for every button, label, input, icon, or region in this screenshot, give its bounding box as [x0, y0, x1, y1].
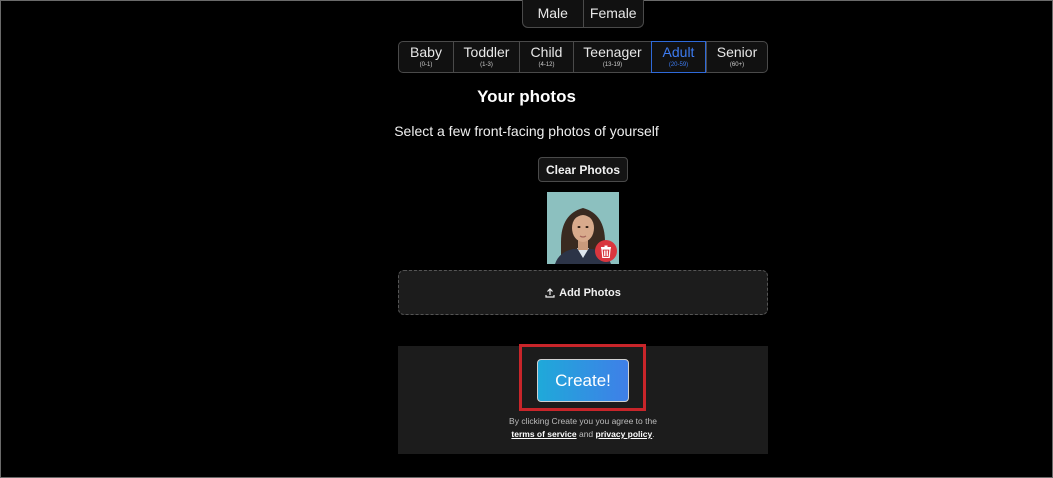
gender-selector: Male Female: [522, 0, 644, 28]
age-range: (4-12): [538, 62, 555, 68]
age-label: Toddler: [463, 44, 510, 60]
terms-prefix: By clicking Create you you agree to the: [509, 416, 657, 426]
add-photos-label: Add Photos: [559, 286, 621, 299]
age-label: Adult: [662, 44, 695, 60]
age-senior-button[interactable]: Senior (60+): [706, 42, 767, 72]
age-teenager-button[interactable]: Teenager (13-19): [573, 42, 651, 72]
age-child-button[interactable]: Child (4-12): [519, 42, 573, 72]
terms-notice: By clicking Create you you agree to the …: [398, 415, 768, 441]
age-adult-button[interactable]: Adult (20-59): [651, 41, 706, 73]
photos-title: Your photos: [477, 87, 576, 106]
age-range: (13-19): [602, 62, 623, 68]
age-range: (60+): [729, 62, 745, 68]
trash-icon: [601, 245, 611, 258]
gender-female-button[interactable]: Female: [582, 0, 644, 27]
age-baby-button[interactable]: Baby (0-1): [399, 42, 453, 72]
upload-icon: [545, 287, 555, 298]
age-selector: Baby (0-1) Toddler (1-3) Child (4-12) Te…: [398, 41, 768, 73]
age-label: Baby: [410, 44, 442, 60]
gender-male-button[interactable]: Male: [523, 0, 583, 27]
age-range: (1-3): [480, 62, 493, 68]
age-range: (20-59): [668, 62, 689, 68]
age-toddler-button[interactable]: Toddler (1-3): [453, 42, 519, 72]
age-range: (0-1): [419, 62, 433, 68]
create-button[interactable]: Create!: [537, 359, 629, 402]
age-label: Child: [530, 44, 563, 60]
privacy-policy-link[interactable]: privacy policy: [596, 429, 653, 439]
add-photos-dropzone[interactable]: Add Photos: [398, 270, 768, 315]
age-label: Senior: [716, 44, 758, 60]
age-label: Teenager: [583, 44, 642, 60]
terms-and: and: [578, 429, 594, 439]
delete-photo-button[interactable]: [595, 240, 617, 262]
clear-photos-button[interactable]: Clear Photos: [538, 157, 628, 182]
terms-period: .: [652, 429, 655, 439]
terms-of-service-link[interactable]: terms of service: [511, 429, 576, 439]
photos-subtitle: Select a few front-facing photos of your…: [394, 123, 659, 139]
